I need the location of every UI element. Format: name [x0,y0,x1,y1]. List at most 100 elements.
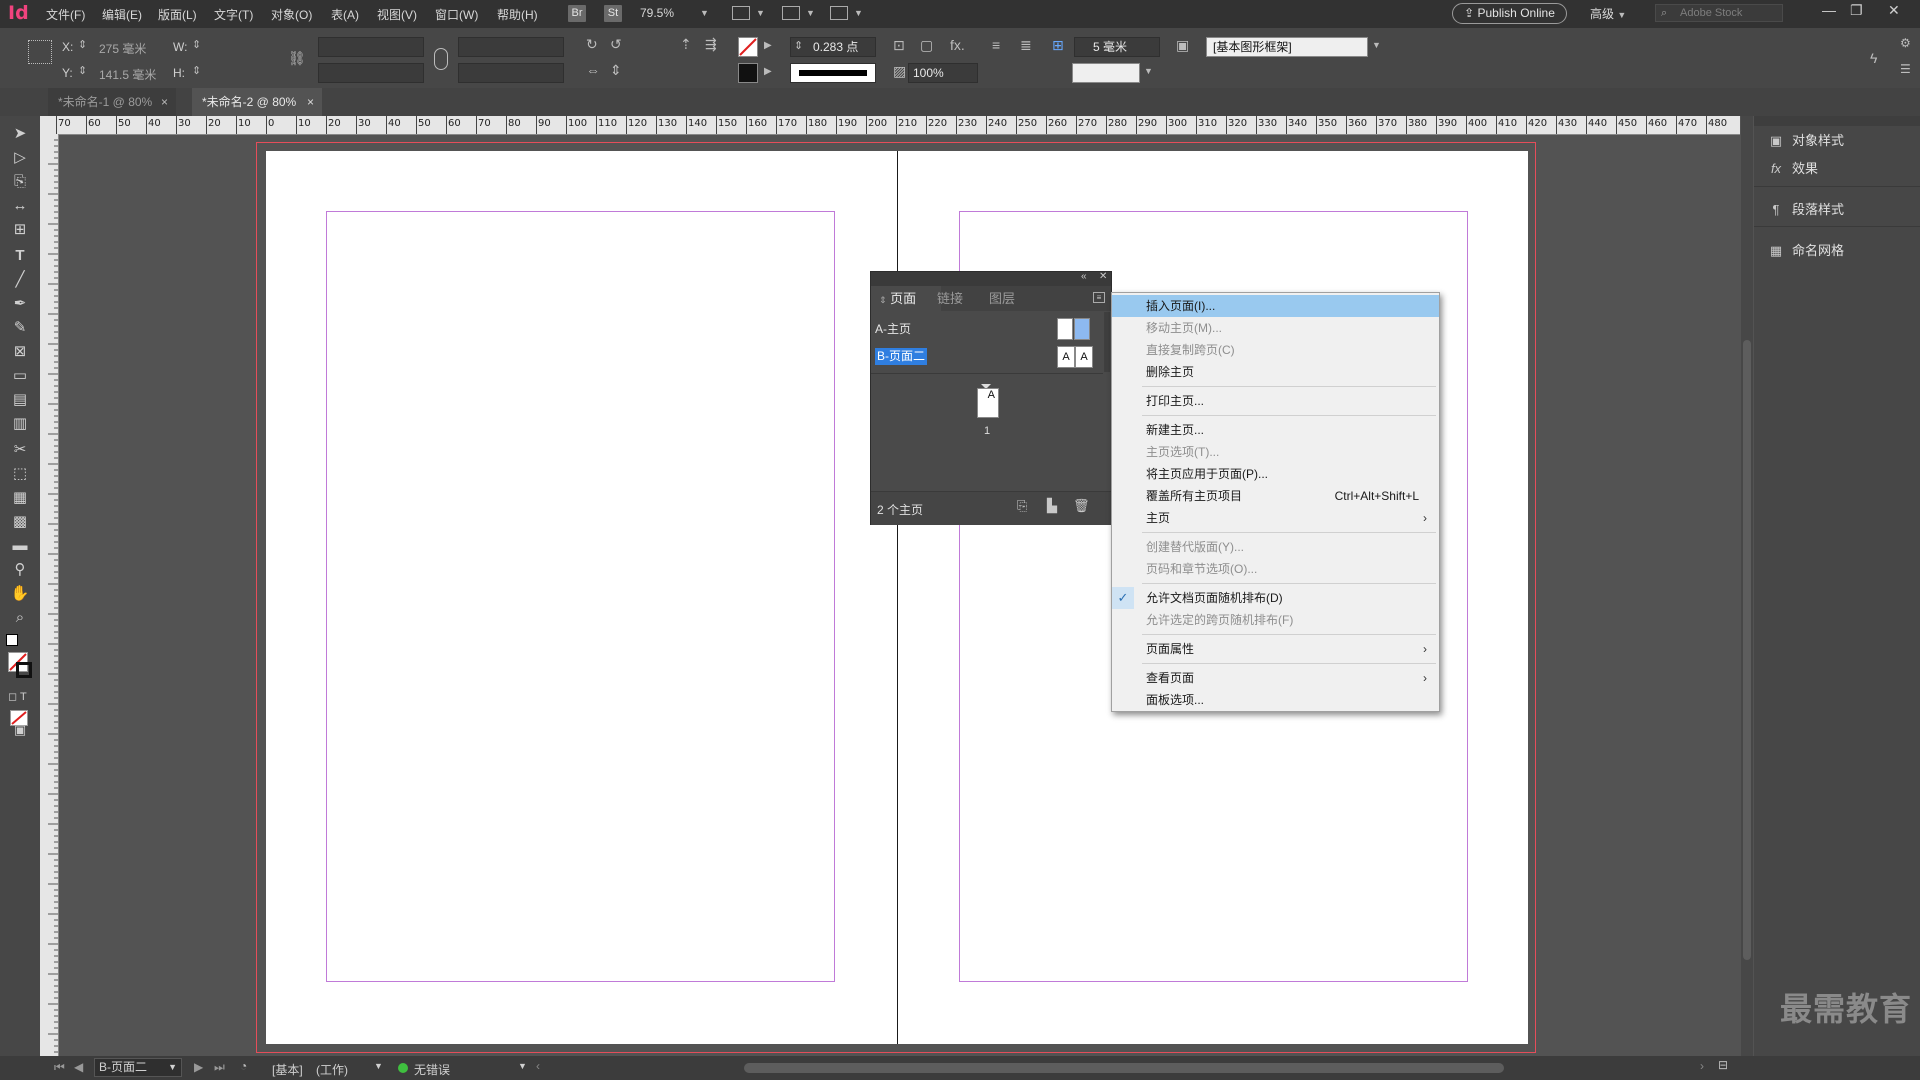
align-left-icon[interactable]: ≡ [992,37,1000,53]
restore-icon[interactable]: ❐ [1850,2,1863,19]
vertical-scrollbar-thumb[interactable] [1743,340,1751,960]
panel-paragraph-styles[interactable]: ¶ 段落样式 [1766,195,1845,225]
scale-y-field[interactable] [318,63,424,83]
scroll-right-icon[interactable]: › [1700,1059,1704,1073]
horizontal-ruler[interactable]: 70 60 50 40 30 20 10 0 10 20 30 40 50 60 70 80 90 100 110 1… [40,116,1740,135]
arrange-documents-icon[interactable] [830,6,848,20]
master-a-thumbnail[interactable] [1057,318,1091,340]
screen-mode-icon[interactable]: ▣ [10,720,30,740]
collapse-icon[interactable]: « [1081,271,1087,282]
rotate-ccw-icon[interactable]: ↺ [610,36,622,53]
master-a-row[interactable]: A-主页 [871,315,1101,341]
x-field[interactable]: 275 毫米 [99,40,146,57]
vertical-ruler[interactable] [40,134,59,1056]
master-b-label[interactable]: B-页面二 [875,348,928,365]
menu-help[interactable]: 帮助(H) [497,6,538,23]
menu-item-masters-submenu[interactable]: 主页 › [1112,507,1439,529]
horizontal-scrollbar-thumb[interactable] [744,1063,1504,1073]
gradient-swatch-tool-icon[interactable]: ▦ [10,488,30,508]
y-stepper-icon[interactable]: ⇕ [78,64,87,77]
menu-table[interactable]: 表(A) [331,6,359,23]
master-b-left-thumb[interactable]: A [1057,346,1075,368]
pages-panel-titlebar[interactable]: « ✕ [871,271,1111,286]
object-style-dropdown-icon[interactable]: ▼ [1372,40,1381,50]
tab-document-1[interactable]: *未命名-1 @ 80% × [48,88,176,116]
menu-layout[interactable]: 版面(L) [158,6,197,23]
panel-menu-icon[interactable]: ≡ [1093,292,1105,303]
eyedropper-tool-icon[interactable]: ⚲ [10,560,30,580]
default-colors-icon[interactable] [6,634,18,646]
rotation-field[interactable] [458,37,564,57]
menu-item-apply-master[interactable]: 将主页应用于页面(P)... [1112,463,1439,485]
frame-fitting-icon[interactable]: ▢ [920,37,933,54]
view-options-icon[interactable] [732,6,750,20]
hand-tool-icon[interactable]: ✋ [10,584,30,604]
master-b-row[interactable]: B-页面二 A A [871,343,1101,369]
selection-tool-icon[interactable]: ➤ [10,124,30,144]
panel-named-grids[interactable]: ▦ 命名网格 [1766,236,1844,266]
close-icon[interactable]: × [307,88,314,116]
bridge-button[interactable]: Br [568,5,586,22]
gap-tool-icon[interactable]: ↔ [10,196,30,216]
direct-selection-tool-icon[interactable]: ▷ [10,148,30,168]
stroke-box-icon[interactable] [16,662,32,678]
tab-links[interactable]: 链接 [929,286,971,311]
y-field[interactable]: 141.5 毫米 [99,66,156,83]
next-page-icon[interactable]: ▶ [194,1060,203,1074]
formatting-container-icon[interactable]: ◻ T [8,690,27,703]
close-icon[interactable]: × [161,88,168,116]
constrain-proportions-icon[interactable]: ⛓ [288,50,306,67]
page-tool-icon[interactable]: ⎘ [10,172,30,192]
split-layout-icon[interactable]: ⊟ [1718,1058,1728,1072]
delete-page-icon[interactable]: 🗑 [1073,498,1090,514]
menu-item-new-master[interactable]: 新建主页... [1112,419,1439,441]
rectangle-frame-tool-icon[interactable]: ⊠ [10,342,30,362]
screen-mode-icon[interactable] [782,6,800,20]
free-transform-tool-icon[interactable]: ⬚ [10,464,30,484]
master-b-right-thumb[interactable]: A [1075,346,1093,368]
page-number-field[interactable]: B-页面二 ▼ [94,1058,182,1077]
zoom-dropdown-icon[interactable]: ▼ [700,8,709,18]
menu-view[interactable]: 视图(V) [377,6,417,23]
gear-icon[interactable]: ⚙ [1900,36,1911,50]
menu-item-override-all[interactable]: 覆盖所有主页项目 Ctrl+Alt+Shift+L [1112,485,1439,507]
type-tool-icon[interactable]: T [10,246,30,266]
fill-dropdown-icon[interactable]: ▶ [764,40,772,51]
zoom-tool-icon[interactable]: ⌕ [10,608,30,628]
link-scale-icon[interactable] [434,48,448,70]
tab-layers[interactable]: 图层 [981,286,1023,311]
note-tool-icon[interactable]: ▬ [10,536,30,556]
spacing-field[interactable]: 5 毫米 [1074,37,1160,57]
gap-field[interactable] [1072,63,1140,83]
opacity-field[interactable]: 100% [908,63,978,83]
lightning-icon[interactable]: ϟ [1870,50,1877,66]
scissors-tool-icon[interactable]: ✂ [10,440,30,460]
menu-file[interactable]: 文件(F) [46,6,85,23]
masters-scrollbar[interactable] [1104,312,1110,372]
panel-object-styles[interactable]: ▣ 对象样式 [1766,126,1844,156]
gradient-feather-tool-icon[interactable]: ▩ [10,512,30,532]
align-center-icon[interactable]: ≣ [1020,37,1032,54]
menu-item-delete-master[interactable]: 删除主页 [1112,361,1439,383]
previous-page-icon[interactable]: ◀ [74,1060,83,1074]
line-tool-icon[interactable]: ╱ [10,270,30,290]
page-1-thumbnail[interactable]: A [977,388,999,418]
stroke-swatch-black[interactable] [738,63,758,83]
panel-effects[interactable]: fx 效果 [1766,154,1818,184]
pen-tool-icon[interactable]: ✒ [10,294,30,314]
edit-page-size-icon[interactable]: ⎘ [1017,498,1027,514]
new-page-icon[interactable]: ▙ [1047,498,1057,514]
vertical-grid-tool-icon[interactable]: ▥ [10,414,30,434]
fx-icon[interactable]: fx. [950,37,965,53]
rotate-cw-icon[interactable]: ↻ [586,36,598,53]
spacing-icon[interactable]: ⊞ [1052,37,1064,54]
x-stepper-icon[interactable]: ⇕ [78,38,87,51]
first-page-icon[interactable]: ⏮ [54,1060,65,1075]
workspace-switcher[interactable]: 高级 ▼ [1590,5,1626,22]
publish-online-button[interactable]: ⇪ Publish Online [1452,3,1567,24]
pencil-tool-icon[interactable]: ✎ [10,318,30,338]
fill-swatch-none[interactable] [738,37,758,57]
reference-point-icon[interactable] [28,40,52,64]
dock-header[interactable] [1754,116,1920,126]
menu-edit[interactable]: 编辑(E) [102,6,142,23]
